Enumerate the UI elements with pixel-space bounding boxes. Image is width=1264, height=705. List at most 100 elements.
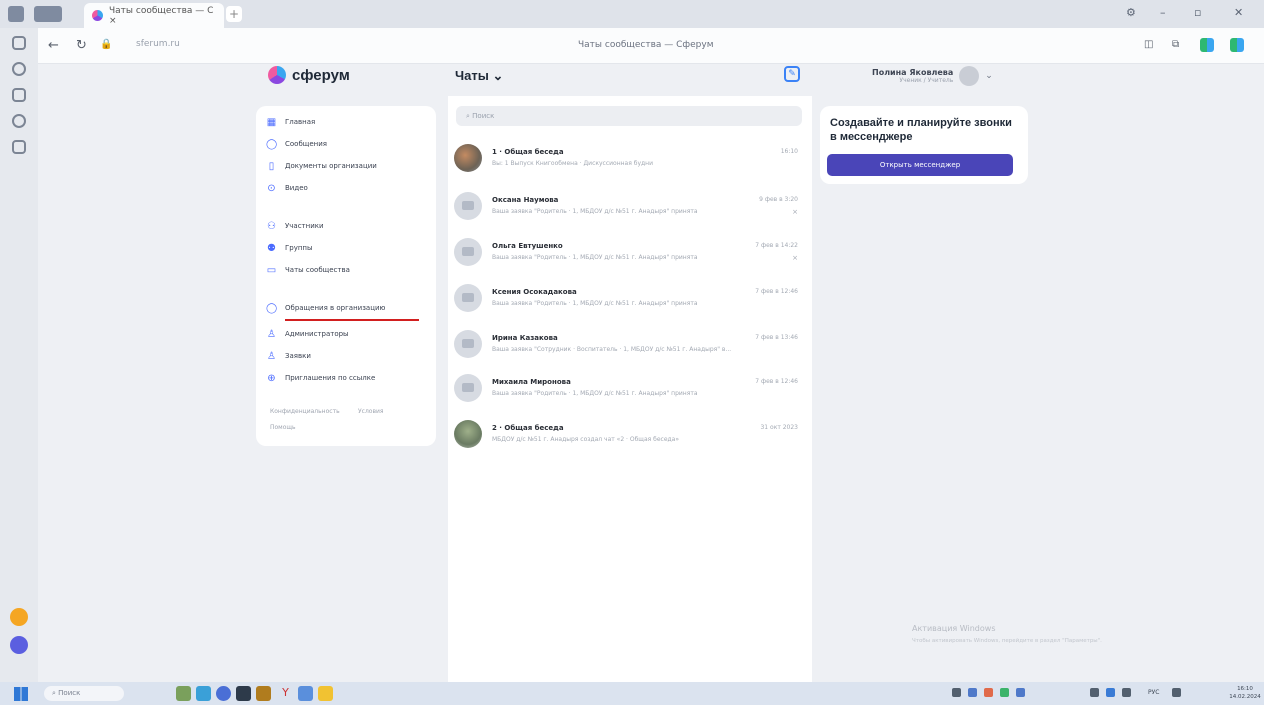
panel-app-icon[interactable]	[10, 608, 28, 626]
taskbar-browser-icon[interactable]	[216, 686, 231, 701]
browser-tab-bar: Чаты сообщества — С × + ⚙ – ▫ ✕	[0, 0, 1264, 28]
chat-list-panel: ⌕ Поиск 1 · Общая беседа Вы: 1 Выпуск Кн…	[448, 96, 812, 682]
language-indicator[interactable]: РУС	[1148, 689, 1159, 696]
taskbar-widget-icon[interactable]	[176, 686, 191, 701]
menu-item-messages[interactable]: ◯ Сообщения	[266, 136, 327, 152]
taskbar-clock[interactable]: 16:10 14.02.2024	[1226, 685, 1264, 701]
menu-item-admins[interactable]: ♙ Администраторы	[266, 326, 349, 342]
panel-assistant-icon[interactable]	[10, 636, 28, 654]
menu-item-requests[interactable]: ♙ Заявки	[266, 348, 311, 364]
footer-link-help[interactable]: Помощь	[270, 424, 296, 431]
camera-avatar-icon	[454, 330, 482, 358]
extension-sferum-icon[interactable]	[1200, 38, 1214, 52]
search-input[interactable]: ⌕ Поиск	[456, 106, 802, 126]
chat-preview: Ваша заявка "Сотрудник · Воспитатель · 1…	[492, 346, 732, 353]
menu-item-appeals[interactable]: ◯ Обращения в организацию	[266, 300, 385, 316]
chat-time: 7 фев в 13:46	[755, 334, 798, 341]
chat-preview: МБДОУ д/с №51 г. Анадыря создал чат «2 ·…	[492, 436, 680, 443]
search-placeholder: Поиск	[472, 112, 495, 120]
tray-icon[interactable]	[984, 688, 993, 697]
sferum-favicon-icon	[92, 10, 103, 21]
panel-mail-icon[interactable]	[12, 36, 26, 50]
taskbar-search-input[interactable]: ⌕ Поиск	[44, 686, 124, 701]
back-icon[interactable]: ←	[48, 38, 59, 53]
user-menu[interactable]: Полина Яковлева Ученик / Учитель ⌄	[872, 66, 993, 86]
chat-preview: Ваша заявка "Родитель · 1, МБДОУ д/с №51…	[492, 390, 698, 397]
avatar[interactable]	[959, 66, 980, 86]
user-info: Полина Яковлева Ученик / Учитель	[872, 68, 953, 84]
compose-icon[interactable]: ✎	[784, 66, 800, 82]
panel-history-icon[interactable]	[12, 62, 26, 76]
new-tab-button[interactable]: +	[226, 6, 242, 22]
tab-group-icon[interactable]	[34, 6, 62, 22]
chat-item[interactable]: Михаила Миронова Ваша заявка "Родитель ·…	[454, 368, 806, 412]
taskbar-explorer-icon[interactable]	[318, 686, 333, 701]
battery-icon[interactable]	[1172, 688, 1181, 697]
taskbar-mail-icon[interactable]	[298, 686, 313, 701]
window-settings-icon[interactable]: ⚙	[1126, 6, 1136, 19]
chat-item[interactable]: Ольга Евтушенко Ваша заявка "Родитель · …	[454, 232, 806, 276]
chat-preview: Ваша заявка "Родитель · 1, МБДОУ д/с №51…	[492, 208, 698, 215]
menu-label: Документы организации	[285, 162, 377, 170]
chats-dropdown[interactable]: Чаты ⌄	[455, 68, 503, 84]
menu-label: Приглашения по ссылке	[285, 374, 376, 382]
menu-item-invites[interactable]: ⊕ Приглашения по ссылке	[266, 370, 375, 386]
sferum-logo[interactable]: сферум	[268, 66, 350, 84]
footer-link-privacy[interactable]: Конфиденциальность	[270, 408, 340, 415]
start-icon[interactable]	[14, 687, 28, 701]
volume-icon[interactable]	[1122, 688, 1131, 697]
footer-link-terms[interactable]: Условия	[358, 408, 384, 415]
tray-icon[interactable]	[968, 688, 977, 697]
chat-item[interactable]: Ирина Казакова Ваша заявка "Сотрудник · …	[454, 324, 806, 368]
menu-item-community-chats[interactable]: ▭ Чаты сообщества	[266, 262, 350, 278]
menu-item-home[interactable]: ▦ Главная	[266, 114, 315, 130]
close-button[interactable]: ✕	[1234, 6, 1243, 19]
reload-icon[interactable]: ↻	[76, 38, 87, 53]
maximize-button[interactable]: ▫	[1194, 6, 1201, 19]
page-title: Чаты сообщества — Сферум	[578, 40, 714, 50]
chat-item[interactable]: 1 · Общая беседа Вы: 1 Выпуск Книгообмен…	[454, 138, 806, 182]
left-menu: ▦ Главная ◯ Сообщения ▯ Документы организац…	[256, 106, 436, 446]
panel-notes-icon[interactable]	[12, 140, 26, 154]
tray-icon[interactable]	[1016, 688, 1025, 697]
tray-icon[interactable]	[1106, 688, 1115, 697]
camera-avatar-icon	[454, 192, 482, 220]
menu-item-documents[interactable]: ▯ Документы организации	[266, 158, 377, 174]
chat-name: Ирина Казакова	[492, 334, 558, 342]
network-icon[interactable]	[1090, 688, 1099, 697]
chat-item[interactable]: Ксения Осокадакова Ваша заявка "Родитель…	[454, 278, 806, 322]
minimize-button[interactable]: –	[1160, 6, 1166, 19]
browser-tab-active[interactable]: Чаты сообщества — С ×	[84, 3, 224, 28]
camera-avatar-icon	[454, 238, 482, 266]
tray-icon[interactable]	[1000, 688, 1009, 697]
browser-side-panel	[0, 28, 38, 682]
open-messenger-button[interactable]: Открыть мессенджер	[827, 154, 1013, 176]
chat-item[interactable]: 2 · Общая беседа МБДОУ д/с №51 г. Анадыр…	[454, 414, 806, 458]
browser-menu-icon[interactable]	[8, 6, 24, 22]
tray-icon[interactable]	[952, 688, 961, 697]
link-icon: ⊕	[267, 372, 276, 384]
windows-taskbar: ⌕ Поиск Y РУС 16:10 14.02.2024	[0, 682, 1264, 705]
taskbar-yandex-icon[interactable]: Y	[278, 686, 293, 701]
panel-collections-icon[interactable]	[12, 88, 26, 102]
menu-item-members[interactable]: ⚇ Участники	[266, 218, 324, 234]
taskbar-store-icon[interactable]	[236, 686, 251, 701]
url-field[interactable]: sferum.ru	[136, 39, 180, 49]
menu-item-groups[interactable]: ⚉ Группы	[266, 240, 313, 256]
extensions-icon[interactable]: ⧉	[1172, 39, 1179, 50]
chat-name: Оксана Наумова	[492, 196, 559, 204]
extension-profile-icon[interactable]	[1230, 38, 1244, 52]
menu-label: Обращения в организацию	[285, 304, 386, 312]
taskbar-chat-icon[interactable]	[196, 686, 211, 701]
taskbar-app-icon[interactable]	[256, 686, 271, 701]
chat-item[interactable]: Оксана Наумова Ваша заявка "Родитель · 1…	[454, 186, 806, 230]
chat-name: Ксения Осокадакова	[492, 288, 577, 296]
chevron-down-icon[interactable]: ⌄	[985, 71, 993, 81]
chat-name: Ольга Евтушенко	[492, 242, 563, 250]
menu-item-video[interactable]: ⊙ Видео	[266, 180, 307, 196]
chat-time: 9 фев в 3:20	[759, 196, 798, 203]
menu-label: Главная	[285, 118, 316, 126]
menu-item-highlight	[285, 319, 419, 321]
bookmark-icon[interactable]: ◫	[1144, 39, 1153, 50]
panel-downloads-icon[interactable]	[12, 114, 26, 128]
